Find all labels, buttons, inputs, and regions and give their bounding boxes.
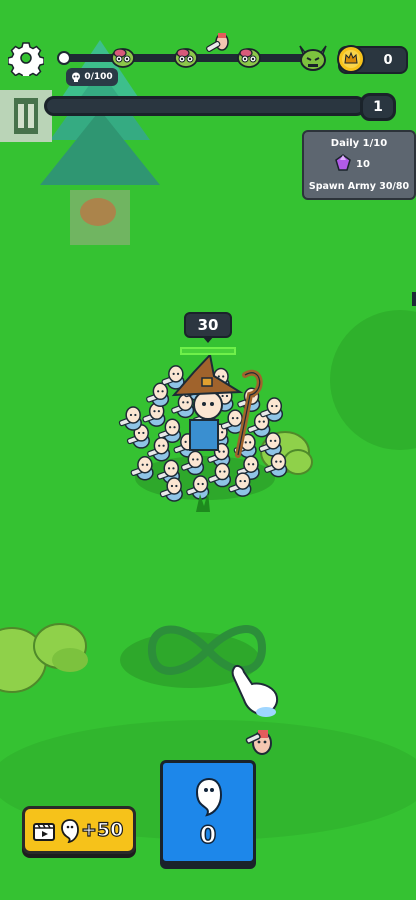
army-health-fill: [182, 349, 234, 353]
level-progress-bar: [44, 96, 366, 116]
army-health-bar: [180, 347, 236, 355]
settings-gear-icon[interactable]: [8, 40, 44, 76]
army-count-bubble: 30: [184, 312, 232, 338]
purple-gem-icon: [335, 154, 351, 171]
daily-task: Spawn Army 30/80: [308, 181, 410, 192]
crown-coin-icon: [337, 45, 365, 73]
daily-title: Daily 1/10: [330, 138, 388, 149]
coin-value: 0: [383, 53, 393, 68]
kill-counter-text: 0/100: [84, 72, 113, 82]
spawn-count: 0: [199, 820, 217, 850]
video-ad-icon: [33, 823, 55, 841]
spawn-army-button[interactable]: 0: [160, 760, 256, 864]
watch-ad-reward-button[interactable]: +50: [22, 806, 136, 854]
daily-quest-panel[interactable]: Daily 1/10 10 Spawn Army 30/80: [302, 130, 416, 200]
wave-progress-marker: [57, 51, 71, 65]
level-badge: 1: [360, 93, 396, 121]
boss-preview-thumbnail[interactable]: [0, 90, 52, 142]
level-number: 1: [373, 99, 383, 115]
soldier-runner-icon: [206, 33, 229, 52]
zombie-head-icon: [111, 48, 135, 68]
ghost-icon: [61, 819, 79, 843]
army-count-pointer: [202, 336, 214, 343]
ghost-icon: [195, 777, 223, 817]
kill-counter: 0/100: [66, 68, 118, 86]
zombie-head-icon: [174, 48, 198, 68]
ad-reward-label: +50: [80, 818, 124, 841]
offscreen-marker: [412, 292, 416, 306]
horned-boss-icon: [299, 45, 327, 71]
army-count-value: 30: [197, 316, 219, 334]
zombie-head-icon: [237, 48, 261, 68]
daily-gem-reward: 10: [356, 159, 370, 170]
skull-icon: [72, 72, 81, 82]
